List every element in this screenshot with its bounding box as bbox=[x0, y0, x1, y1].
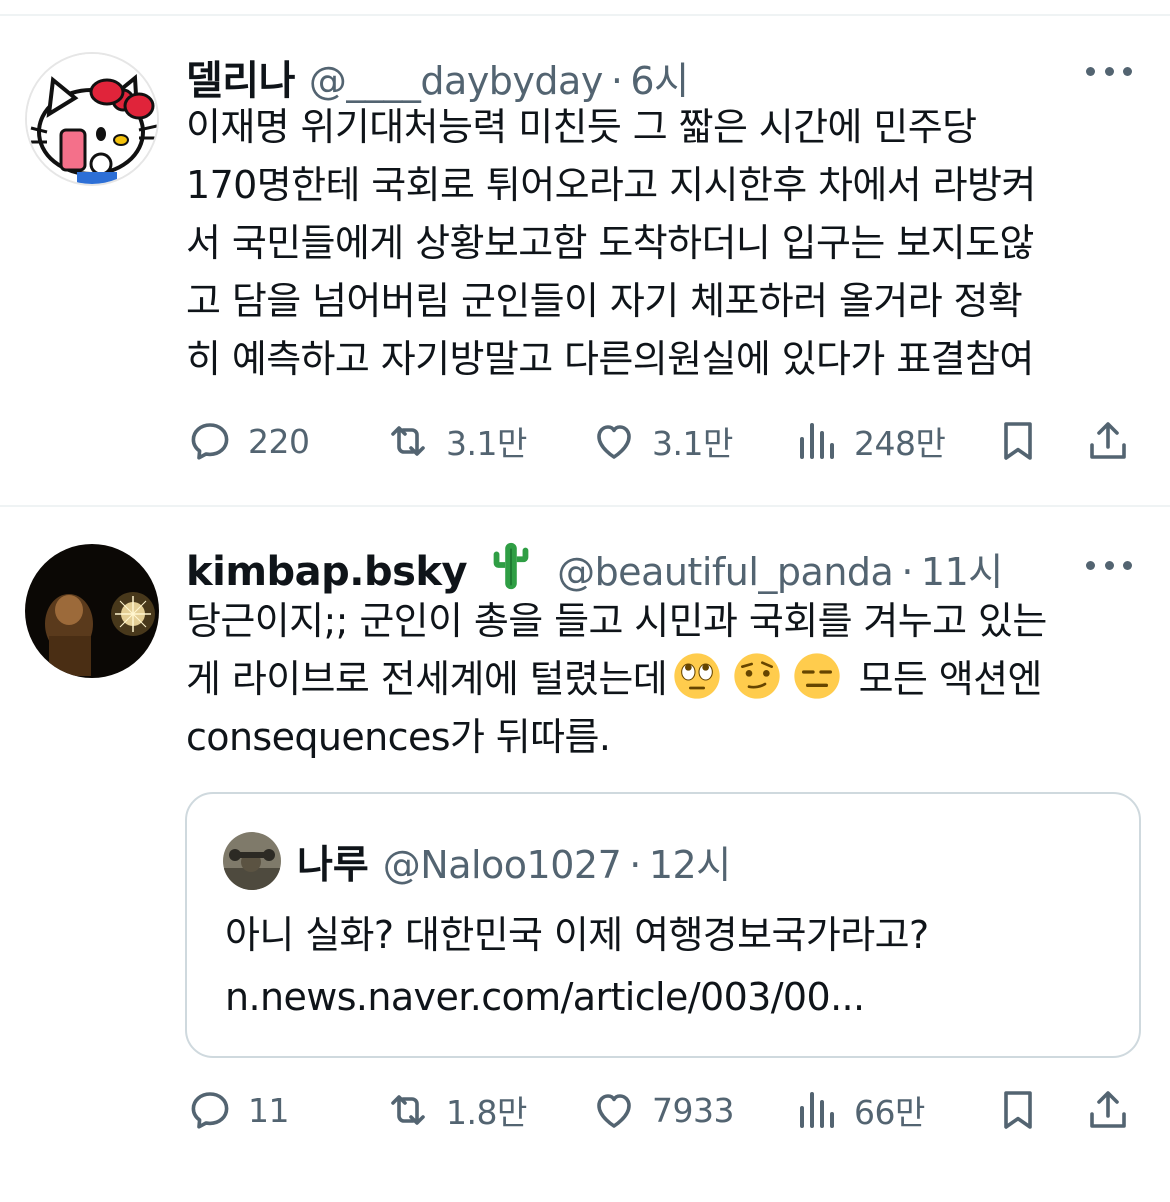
reply-icon bbox=[191, 423, 229, 460]
eye-roll-emoji-icon bbox=[674, 653, 720, 699]
views-count: 66만 bbox=[854, 1093, 925, 1132]
reply-count: 220 bbox=[248, 421, 310, 461]
share-icon bbox=[1090, 422, 1126, 459]
separator-dot: · bbox=[610, 59, 623, 103]
cactus-icon bbox=[493, 542, 529, 590]
raised-eyebrow-emoji-icon bbox=[734, 653, 780, 699]
tweet-text-segment: 모든 액션엔 bbox=[847, 657, 1043, 701]
expressionless-emoji-icon bbox=[794, 653, 840, 699]
bookmark-icon bbox=[1004, 422, 1032, 460]
tweet-text: 당근이지;; 군인이 총을 들고 시민과 국회를 겨누고 있는 게 라이브로 전… bbox=[186, 592, 1146, 766]
retweet-button[interactable]: 3.1만 bbox=[384, 413, 527, 469]
share-icon bbox=[1090, 1091, 1126, 1128]
author-handle[interactable]: @beautiful_panda bbox=[557, 550, 894, 594]
like-count: 3.1만 bbox=[652, 424, 733, 463]
tweet-1[interactable]: 델리나 @____daybyday · 6시 이재명 위기대처능력 미친듯 그 … bbox=[0, 0, 1170, 505]
retweet-icon bbox=[391, 426, 425, 456]
avatar-hello-kitty[interactable] bbox=[25, 52, 159, 186]
share-button[interactable] bbox=[1084, 413, 1132, 469]
tweet-header: kimbap.bsky @beautiful_panda · 11시 bbox=[186, 541, 1003, 595]
bookmark-button[interactable] bbox=[994, 1082, 1042, 1138]
tweet-header: 델리나 @____daybyday · 6시 bbox=[186, 48, 689, 104]
views-button[interactable]: 248만 bbox=[792, 413, 946, 469]
reply-button[interactable]: 220 bbox=[186, 413, 310, 469]
tweet-actions: 11 1.8만 7933 66만 bbox=[186, 1082, 1136, 1138]
quoted-header: 나루 @Naloo1027 · 12시 bbox=[297, 834, 731, 890]
like-button[interactable]: 3.1만 bbox=[590, 413, 733, 469]
tweet-text: 이재명 위기대처능력 미친듯 그 짧은 시간에 민주당 170명한테 국회로 튀… bbox=[186, 105, 1036, 381]
bookmark-button[interactable] bbox=[994, 413, 1042, 469]
quoted-author-handle[interactable]: @Naloo1027 bbox=[383, 843, 622, 887]
retweet-count: 3.1만 bbox=[446, 424, 527, 463]
views-count: 248만 bbox=[854, 424, 946, 463]
retweet-button[interactable]: 1.8만 bbox=[384, 1082, 527, 1138]
reply-icon bbox=[191, 1092, 229, 1129]
quoted-text: 아니 실화? 대한민국 이제 여행경보국가라고? n.news.naver.co… bbox=[225, 913, 929, 1019]
tweet-text-segment: 게 라이브로 전세계에 털렸는데 bbox=[186, 657, 668, 701]
retweet-count: 1.8만 bbox=[446, 1093, 527, 1132]
like-count: 7933 bbox=[652, 1090, 734, 1130]
quoted-avatar-image bbox=[223, 832, 281, 890]
tweet-actions: 220 3.1만 3.1만 248만 bbox=[186, 413, 1136, 469]
like-icon bbox=[597, 425, 631, 459]
views-icon bbox=[800, 423, 834, 459]
night-sparkler-avatar-image bbox=[25, 544, 159, 678]
avatar-kimbap[interactable] bbox=[25, 544, 159, 678]
hello-kitty-avatar-image bbox=[27, 54, 157, 184]
tweet-time[interactable]: 6시 bbox=[630, 50, 689, 105]
reply-button[interactable]: 11 bbox=[186, 1082, 290, 1138]
tweet-text-line: consequences가 뒤따름. bbox=[186, 715, 611, 759]
views-button[interactable]: 66만 bbox=[792, 1082, 925, 1138]
separator-dot: · bbox=[901, 550, 913, 594]
tweet-text-line: 게 라이브로 전세계에 털렸는데 모든 액션엔 bbox=[186, 650, 1146, 708]
tweet-time[interactable]: 11시 bbox=[921, 541, 1003, 596]
like-button[interactable]: 7933 bbox=[590, 1082, 734, 1138]
reply-count: 11 bbox=[248, 1090, 290, 1130]
more-icon[interactable] bbox=[1086, 65, 1132, 77]
views-icon bbox=[800, 1092, 834, 1128]
more-icon[interactable] bbox=[1086, 559, 1132, 571]
retweet-icon bbox=[391, 1095, 425, 1125]
quoted-tweet[interactable]: 나루 @Naloo1027 · 12시 아니 실화? 대한민국 이제 여행경보국… bbox=[185, 792, 1141, 1058]
share-button[interactable] bbox=[1084, 1082, 1132, 1138]
author-handle[interactable]: @____daybyday bbox=[309, 59, 603, 103]
author-name[interactable]: kimbap.bsky bbox=[186, 549, 468, 595]
separator-dot: · bbox=[629, 843, 641, 887]
quoted-time[interactable]: 12시 bbox=[649, 834, 731, 889]
quoted-avatar[interactable] bbox=[223, 832, 281, 890]
like-icon bbox=[597, 1094, 631, 1128]
bookmark-icon bbox=[1004, 1091, 1032, 1129]
tweet-text-line: 당근이지;; 군인이 총을 들고 시민과 국회를 겨누고 있는 bbox=[186, 599, 1047, 643]
quoted-author-name[interactable]: 나루 bbox=[297, 834, 369, 890]
